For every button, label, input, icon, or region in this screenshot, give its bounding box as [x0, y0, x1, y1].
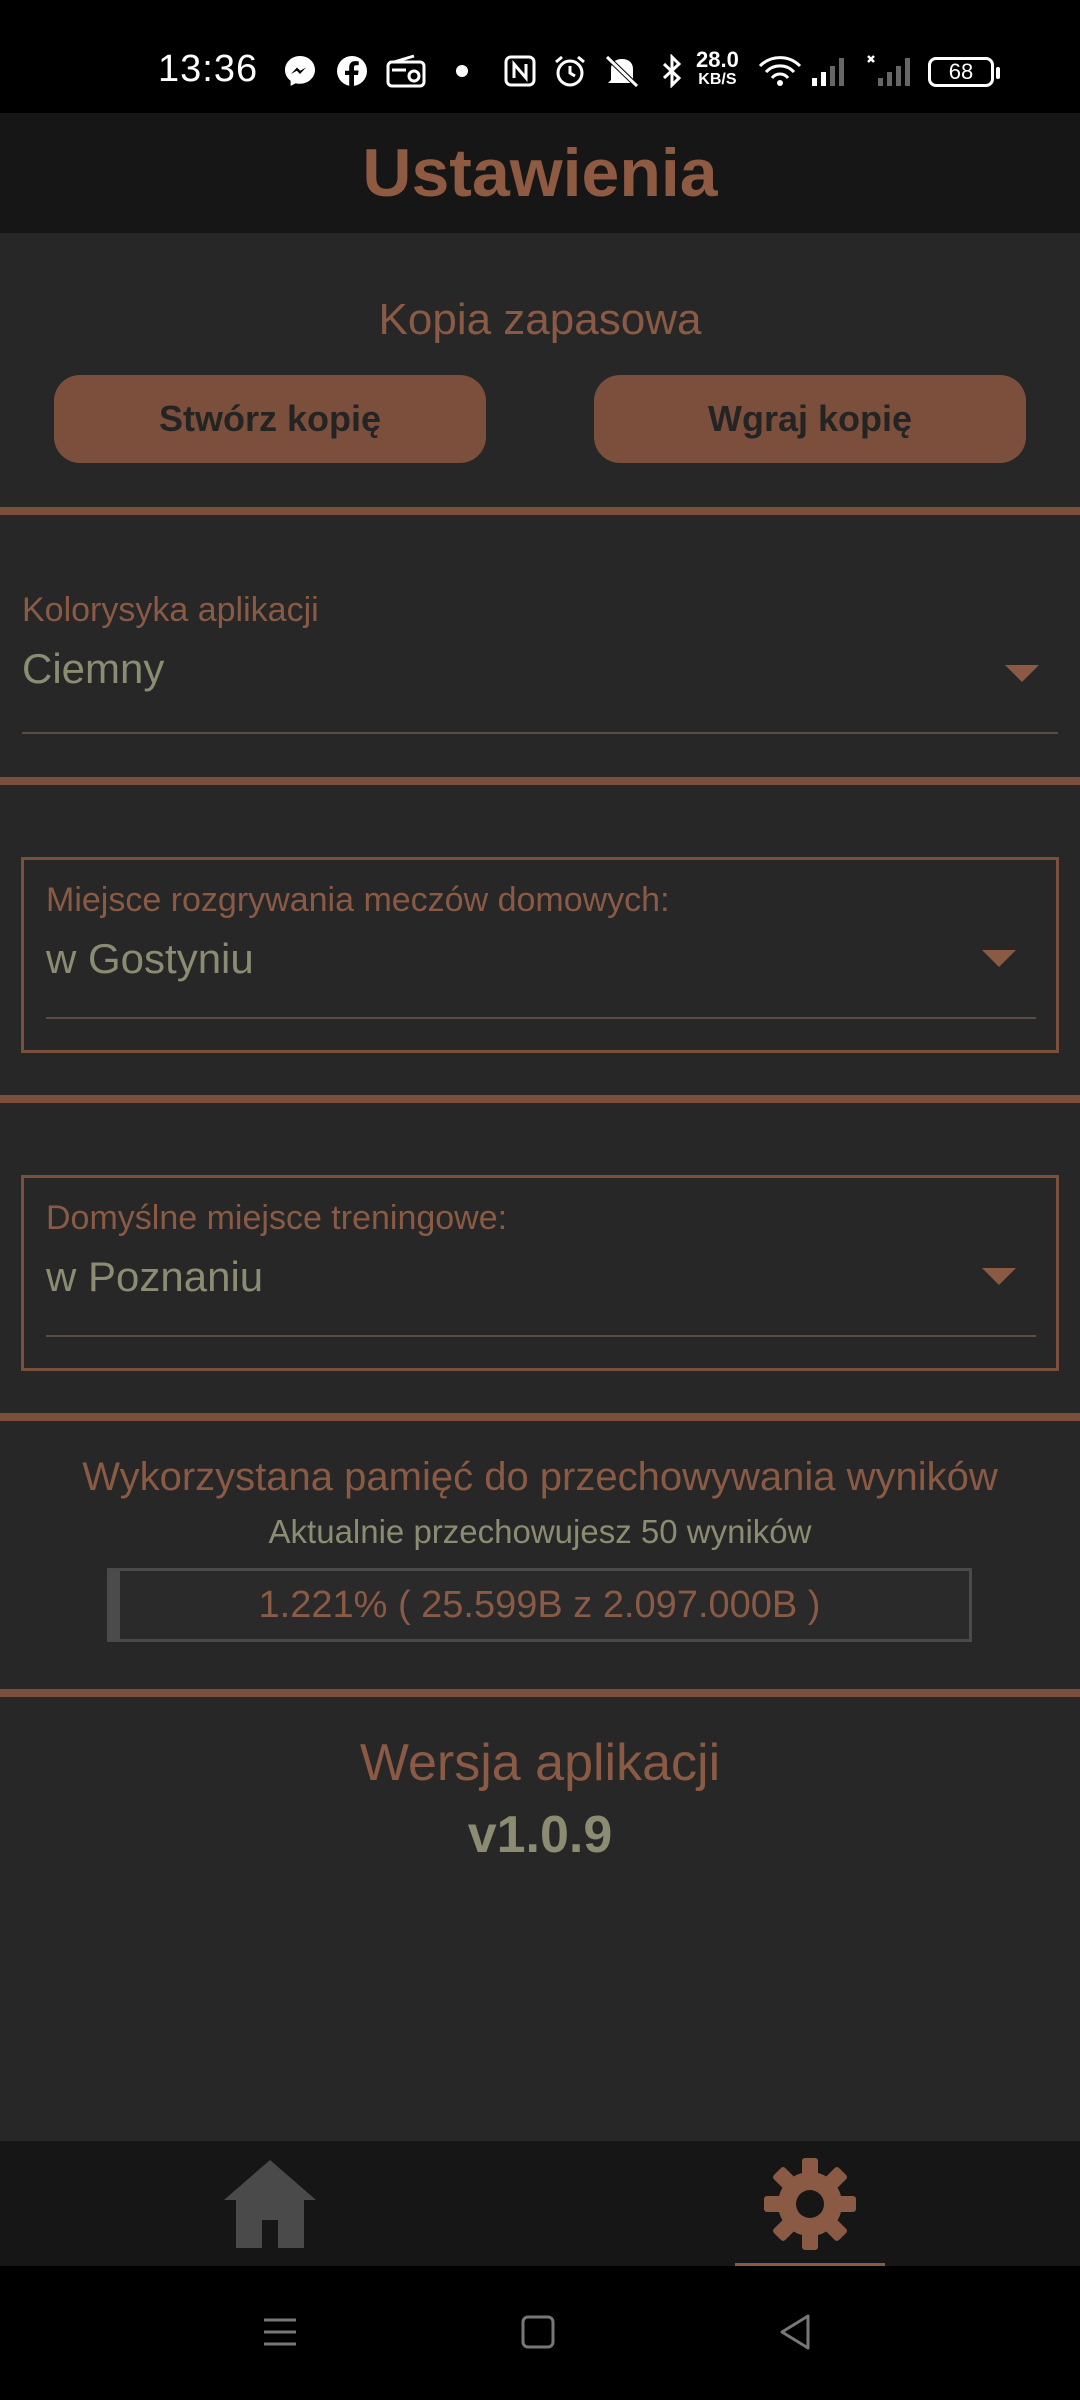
- divider: [0, 1689, 1080, 1697]
- backup-section-title: Kopia zapasowa: [378, 295, 702, 344]
- back-icon[interactable]: [766, 2302, 826, 2362]
- theme-underline: [22, 732, 1058, 734]
- divider: [0, 1413, 1080, 1421]
- nav-home-button[interactable]: [180, 2141, 360, 2266]
- home-icon: [224, 2159, 316, 2248]
- bluetooth-icon: [662, 54, 682, 88]
- version-title: Wersja aplikacji: [359, 1734, 721, 1792]
- wifi-icon: [758, 56, 802, 86]
- bottom-navigation: [0, 2141, 1080, 2266]
- divider: [0, 507, 1080, 515]
- storage-usage-text: 1.221% ( 25.599B z 2.097.000B ): [258, 1583, 821, 1626]
- network-speed: 28.0 KB/S: [696, 47, 739, 89]
- theme-value: Ciemny: [22, 645, 165, 692]
- home-venue-value: w Gostyniu: [46, 935, 254, 982]
- storage-subtitle: Aktualnie przechowujesz 50 wyników: [268, 1513, 812, 1550]
- nfc-icon: [504, 55, 536, 87]
- mute-icon: [605, 55, 639, 88]
- alarm-icon: [555, 55, 585, 87]
- settings-content: Kopia zapasowa Stwórz kopię Wgraj kopię …: [0, 233, 1080, 2141]
- home-venue-label: Miejsce rozgrywania meczów domowych:: [46, 881, 670, 919]
- storage-title: Wykorzystana pamięć do przechowywania wy…: [82, 1455, 998, 1499]
- dot-icon: [456, 65, 468, 77]
- status-bar: 13:36 28.0 KB/S 68: [0, 0, 1080, 113]
- chevron-down-icon: [982, 950, 1016, 967]
- app-header: Ustawienia: [0, 113, 1080, 233]
- radio-icon: [386, 54, 426, 88]
- facebook-icon: [337, 56, 367, 86]
- chevron-down-icon: [1005, 665, 1039, 682]
- divider: [0, 777, 1080, 785]
- training-venue-label: Domyślne miejsce treningowe:: [46, 1199, 508, 1237]
- create-backup-button[interactable]: Stwórz kopię: [54, 375, 486, 463]
- system-navigation: [0, 2266, 1080, 2400]
- home-square-icon[interactable]: [508, 2302, 568, 2362]
- gear-icon: [764, 2157, 856, 2250]
- page-title: Ustawienia: [362, 135, 718, 211]
- nav-settings-button[interactable]: [720, 2141, 900, 2266]
- menu-icon[interactable]: [250, 2302, 310, 2362]
- status-time: 13:36: [158, 48, 259, 90]
- battery-indicator: 68: [928, 57, 1000, 87]
- home-venue-underline: [46, 1017, 1036, 1019]
- storage-progress-bar: 1.221% ( 25.599B z 2.097.000B ): [107, 1568, 972, 1642]
- version-value: v1.0.9: [467, 1806, 613, 1864]
- theme-label: Kolorysyka aplikacji: [22, 591, 319, 629]
- messenger-icon: [285, 56, 315, 86]
- signal-icon: [812, 58, 844, 86]
- divider: [0, 1095, 1080, 1103]
- restore-backup-button[interactable]: Wgraj kopię: [594, 375, 1026, 463]
- signal-2-icon: [867, 55, 910, 86]
- training-venue-underline: [46, 1335, 1036, 1337]
- training-venue-value: w Poznaniu: [46, 1253, 264, 1300]
- chevron-down-icon: [982, 1268, 1016, 1285]
